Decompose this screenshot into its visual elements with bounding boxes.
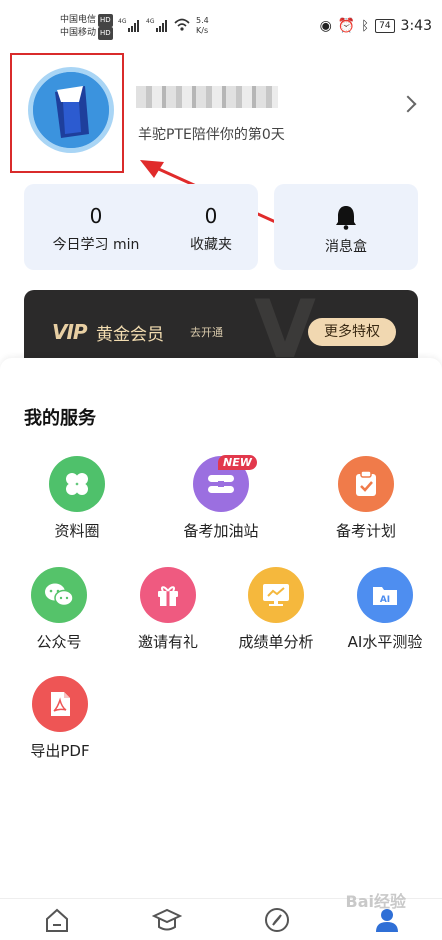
username-blurred: [136, 86, 278, 108]
service-score-analysis[interactable]: 成绩单分析: [228, 567, 324, 652]
service-plan[interactable]: 备考计划: [326, 456, 406, 541]
pdf-icon: [32, 676, 88, 732]
study-stat[interactable]: 0 今日学习 min: [46, 204, 146, 254]
network-speed: 5.4 K/s: [196, 16, 209, 35]
service-materials[interactable]: 资料圈: [37, 456, 117, 541]
hd-badge-2: HD: [98, 27, 113, 40]
service-label: 备考计划: [335, 522, 396, 540]
service-label: 导出PDF: [30, 742, 90, 760]
status-bar: 中国电信 HD 中国移动 HD 4G 4G 5.4 K/s ◉ ⏰ ᛒ 74 3:4…: [0, 0, 442, 52]
favorites-count: 0: [204, 204, 218, 228]
services-title: 我的服务: [24, 408, 96, 429]
compass-icon[interactable]: [262, 905, 292, 935]
svg-text:AI: AI: [380, 595, 390, 605]
home-icon[interactable]: [42, 905, 72, 935]
service-wechat[interactable]: 公众号: [24, 567, 94, 652]
clover-icon: [49, 456, 105, 512]
profile-tagline: 羊驼PTE陪伴你的第0天: [138, 127, 285, 143]
favorites-label: 收藏夹: [190, 237, 232, 253]
eye-icon: ◉: [319, 18, 332, 34]
status-right: ◉ ⏰ ᛒ 74 3:43: [320, 18, 432, 34]
chart-board-icon: [248, 567, 304, 623]
favorites-stat[interactable]: 0 收藏夹: [174, 204, 248, 254]
avatar-highlight-box: [10, 53, 124, 173]
vip-title: 黄金会员: [96, 325, 164, 345]
bluetooth-icon: ᛒ: [361, 18, 370, 34]
service-export-pdf[interactable]: 导出PDF: [24, 676, 96, 761]
stats-card: 0 今日学习 min 0 收藏夹: [24, 184, 258, 270]
watermark: Bai经验: [345, 892, 406, 911]
wechat-icon: [31, 567, 87, 623]
service-label: 公众号: [36, 633, 82, 651]
signal-icon: 4G: [146, 18, 168, 32]
hd-badge-1: HD: [98, 14, 113, 27]
gift-icon: [140, 567, 196, 623]
chevron-right-icon[interactable]: [399, 95, 417, 113]
ai-folder-icon: AI: [357, 567, 413, 623]
vip-open-link[interactable]: 去开通: [190, 324, 223, 340]
service-label: 邀请有礼: [137, 633, 198, 651]
service-label: 成绩单分析: [238, 633, 314, 651]
clock: 3:43: [400, 18, 432, 34]
battery-icon: 74: [375, 19, 395, 33]
service-ai-test[interactable]: AI AI水平测验: [338, 567, 432, 652]
carrier-1: 中国电信: [60, 15, 97, 25]
service-label: 资料圈: [54, 522, 100, 540]
service-invite[interactable]: 邀请有礼: [128, 567, 208, 652]
carrier-2: 中国移动: [60, 28, 97, 38]
vip-logo: VIP: [52, 320, 88, 344]
wifi-icon: [174, 18, 190, 31]
message-box-label: 消息盒: [325, 239, 367, 255]
clipboard-check-icon: [338, 456, 394, 512]
signal-icon: 4G: [118, 18, 140, 32]
more-privileges-button[interactable]: 更多特权: [308, 318, 396, 346]
study-minutes: 0: [89, 204, 103, 228]
service-label: AI水平测验: [347, 633, 423, 651]
bell-icon: [336, 206, 356, 230]
message-box-card[interactable]: 消息盒: [274, 184, 418, 270]
service-label: 备考加油站: [183, 522, 259, 540]
carrier-info: 中国电信 HD 中国移动 HD: [60, 14, 113, 40]
new-badge: NEW: [218, 455, 257, 470]
graduation-cap-icon[interactable]: [152, 905, 182, 935]
alarm-icon: ⏰: [337, 18, 356, 34]
study-label: 今日学习 min: [52, 237, 140, 253]
